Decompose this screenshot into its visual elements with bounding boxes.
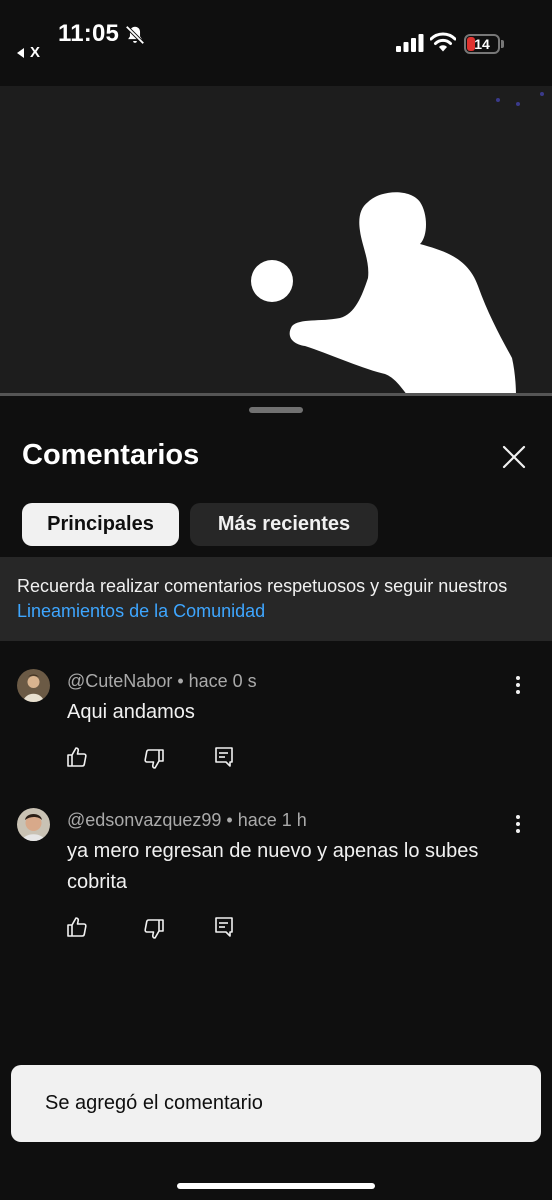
back-to-app-button[interactable]: X [17, 44, 40, 61]
drag-handle[interactable] [249, 407, 303, 413]
dislike-icon[interactable] [142, 917, 166, 941]
more-vert-icon[interactable] [508, 812, 528, 836]
home-indicator[interactable] [177, 1183, 375, 1189]
status-time: 11:05 [58, 20, 120, 47]
comment-author[interactable]: @CuteNabor [67, 671, 172, 691]
battery-level: 14 [474, 36, 490, 52]
video-progress-bar[interactable] [0, 393, 552, 396]
toast-notification: Se agregó el comentario [11, 1065, 541, 1142]
comment-text: Aqui andamos [67, 701, 195, 723]
comment-text: ya mero regresan de nuevo y apenas lo su… [67, 840, 479, 893]
comment-author[interactable]: @edsonvazquez99 [67, 810, 221, 830]
dislike-icon[interactable] [142, 747, 166, 771]
community-notice: Recuerda realizar comentarios respetuoso… [0, 557, 552, 641]
back-arrow-icon [17, 47, 24, 58]
sheet-title: Comentarios [22, 439, 200, 471]
more-vert-icon[interactable] [508, 673, 528, 697]
back-app-label: X [30, 44, 41, 61]
signal-icon [396, 34, 424, 52]
reply-icon[interactable] [212, 745, 236, 769]
close-icon[interactable] [498, 441, 530, 473]
meta-separator: • [221, 810, 238, 830]
comment-meta: @edsonvazquez99 • hace 1 h [67, 810, 307, 831]
ball-shape [251, 260, 293, 302]
battery-indicator: 14 [464, 34, 500, 54]
video-frame [0, 86, 552, 396]
comment-meta: @CuteNabor • hace 0 s [67, 671, 257, 692]
video-player[interactable] [0, 86, 552, 396]
like-icon[interactable] [65, 915, 89, 939]
like-icon[interactable] [65, 745, 89, 769]
avatar[interactable] [17, 808, 50, 841]
status-bar: 11:05 X 14 [0, 0, 552, 86]
meta-separator: • [172, 671, 189, 691]
bell-slash-icon [125, 25, 145, 45]
reply-icon[interactable] [212, 915, 236, 939]
comment-time: hace 0 s [188, 671, 257, 691]
wifi-icon [430, 32, 456, 52]
battery-tip [501, 40, 504, 48]
comment-time: hace 1 h [237, 810, 307, 830]
toast-text: Se agregó el comentario [45, 1092, 263, 1114]
avatar[interactable] [17, 669, 50, 702]
notice-text: Recuerda realizar comentarios respetuoso… [17, 576, 508, 596]
tab-principales[interactable]: Principales [22, 503, 179, 546]
tab-mas-recientes[interactable]: Más recientes [190, 503, 378, 546]
community-guidelines-link[interactable]: Lineamientos de la Comunidad [17, 601, 265, 621]
